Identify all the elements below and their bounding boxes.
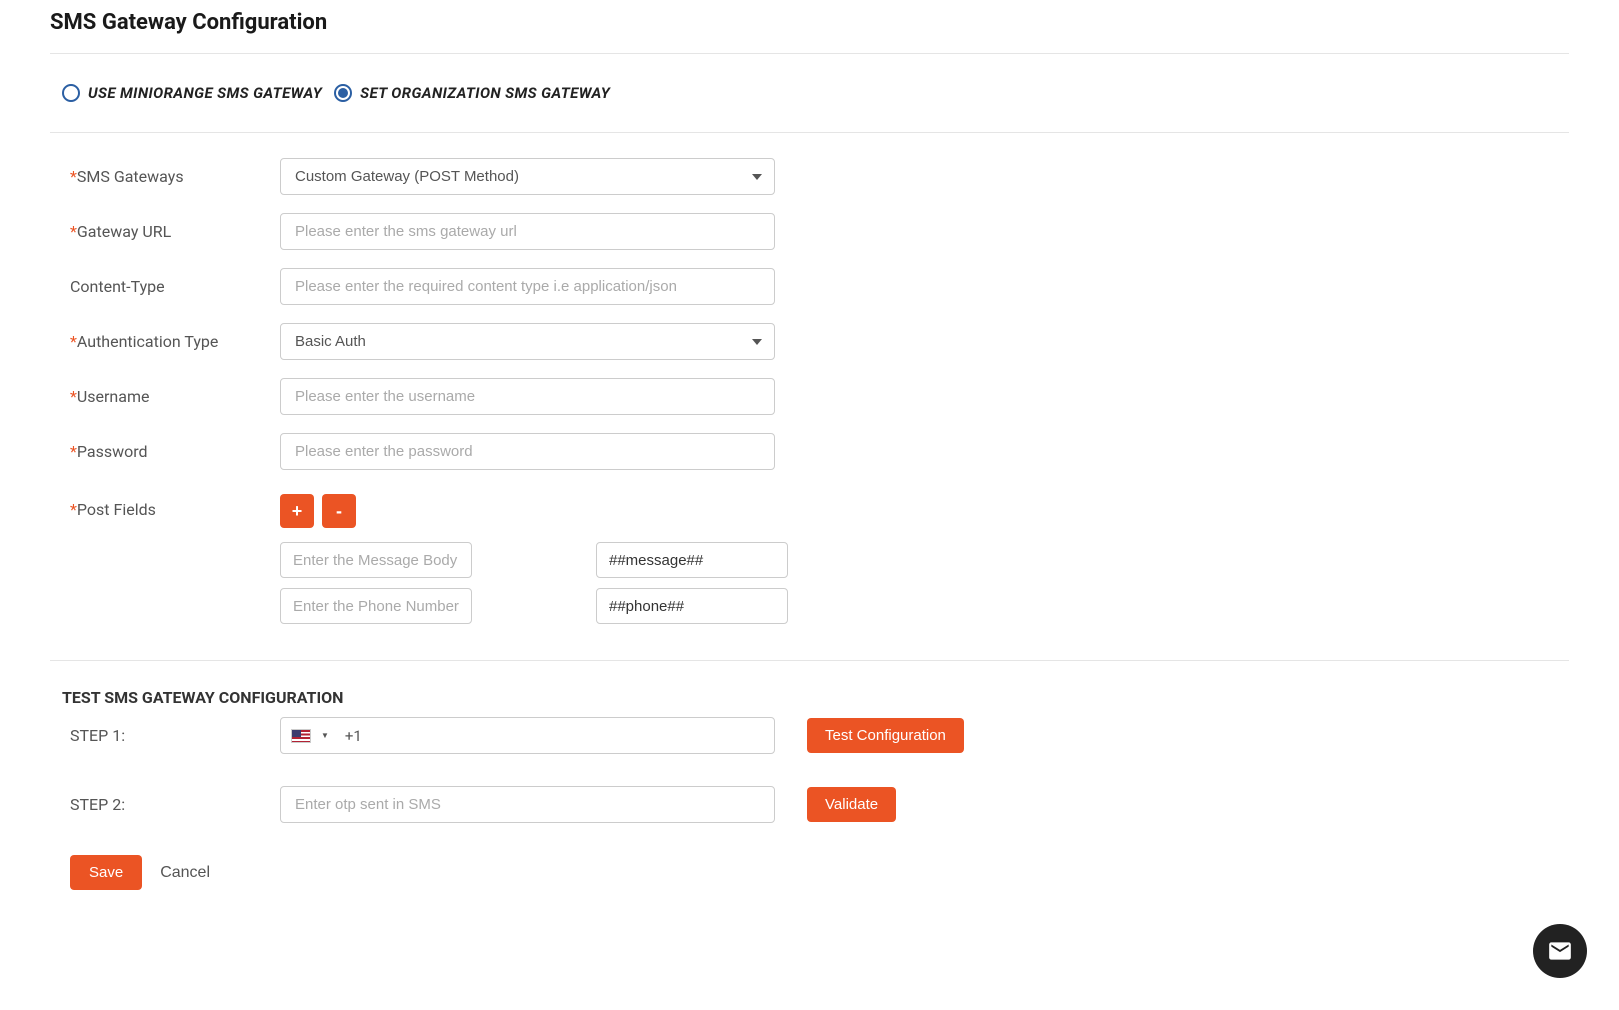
radio-set-org-gateway[interactable]: SET ORGANIZATION SMS GATEWAY <box>334 84 610 102</box>
gateway-mode-radios: USE MINIORANGE SMS GATEWAY SET ORGANIZAT… <box>50 54 1569 133</box>
validate-button[interactable]: Validate <box>807 787 896 822</box>
radio-label-org: SET ORGANIZATION SMS GATEWAY <box>360 84 610 102</box>
step2-label: STEP 2: <box>70 795 280 814</box>
label-post-fields: *Post Fields <box>70 494 280 519</box>
remove-post-field-button[interactable]: - <box>322 494 356 528</box>
content-type-input[interactable] <box>280 268 775 305</box>
flag-us-icon <box>291 729 311 743</box>
add-post-field-button[interactable]: + <box>280 494 314 528</box>
label-content-type: Content-Type <box>70 277 280 296</box>
post-field-row <box>280 588 788 624</box>
chevron-down-icon[interactable]: ▼ <box>321 731 329 740</box>
label-gateway-url: *Gateway URL <box>70 222 280 241</box>
otp-input[interactable] <box>280 786 775 823</box>
post-field-value-input[interactable] <box>596 542 788 578</box>
password-input[interactable] <box>280 433 775 470</box>
post-field-row <box>280 542 788 578</box>
chat-fab[interactable] <box>1533 924 1587 978</box>
label-sms-gateways: *SMS Gateways <box>70 167 280 186</box>
radio-use-miniorange[interactable]: USE MINIORANGE SMS GATEWAY <box>62 84 322 102</box>
gateway-url-input[interactable] <box>280 213 775 250</box>
label-password: *Password <box>70 442 280 461</box>
dial-code: +1 <box>339 727 362 745</box>
sms-gateways-select[interactable]: Custom Gateway (POST Method) <box>280 158 775 195</box>
save-button[interactable]: Save <box>70 855 142 890</box>
post-field-key-input[interactable] <box>280 542 472 578</box>
step1-label: STEP 1: <box>70 726 280 745</box>
auth-type-select[interactable]: Basic Auth <box>280 323 775 360</box>
radio-label-miniorange: USE MINIORANGE SMS GATEWAY <box>88 84 322 102</box>
username-input[interactable] <box>280 378 775 415</box>
cancel-button[interactable]: Cancel <box>160 864 210 882</box>
phone-input-wrapper[interactable]: ▼ +1 <box>280 717 775 754</box>
test-section-title: TEST SMS GATEWAY CONFIGURATION <box>50 661 1569 717</box>
radio-icon <box>62 84 80 102</box>
post-field-value-input[interactable] <box>596 588 788 624</box>
label-auth-type: *Authentication Type <box>70 332 280 351</box>
mail-icon <box>1547 938 1573 964</box>
post-field-key-input[interactable] <box>280 588 472 624</box>
test-configuration-button[interactable]: Test Configuration <box>807 718 964 753</box>
label-username: *Username <box>70 387 280 406</box>
page-title: SMS Gateway Configuration <box>50 10 1569 54</box>
radio-icon <box>334 84 352 102</box>
